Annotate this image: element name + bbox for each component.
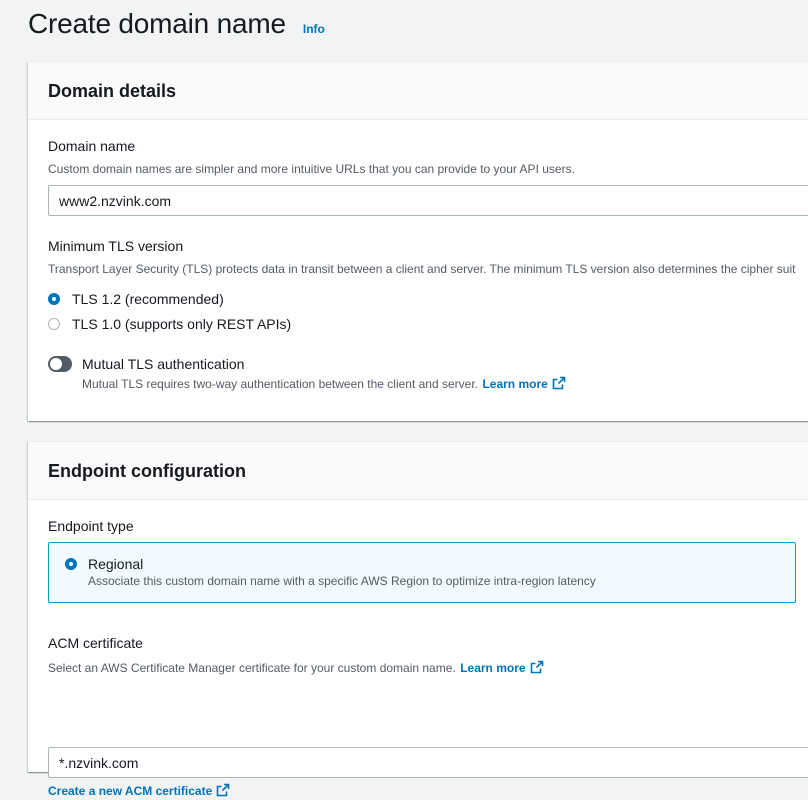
tls-version-label: Minimum TLS version: [48, 238, 184, 254]
tls-option-1-0[interactable]: TLS 1.0 (supports only REST APIs): [48, 313, 291, 335]
page-header: Create domain name Info: [28, 8, 325, 44]
create-acm-label: Create a new ACM certificate: [48, 784, 213, 798]
mutual-tls-description: Mutual TLS requires two-way authenticati…: [82, 377, 478, 391]
domain-name-label: Domain name: [48, 138, 136, 154]
domain-details-header: Domain details: [28, 62, 808, 120]
endpoint-type-label: Endpoint type: [48, 518, 134, 534]
acm-desc-row: Select an AWS Certificate Manager certif…: [48, 659, 544, 677]
regional-radio[interactable]: [65, 558, 77, 570]
acm-learn-more-link[interactable]: Learn more: [460, 660, 544, 677]
regional-endpoint-tile[interactable]: Regional Associate this custom domain na…: [48, 542, 796, 603]
tls-1-0-radio[interactable]: [48, 318, 60, 330]
toggle-knob: [50, 358, 62, 370]
tls-1-2-label: TLS 1.2 (recommended): [72, 291, 224, 307]
create-acm-certificate-link[interactable]: Create a new ACM certificate: [48, 783, 230, 800]
mutual-tls-desc-row: Mutual TLS requires two-way authenticati…: [82, 375, 566, 393]
domain-name-description: Custom domain names are simpler and more…: [48, 162, 575, 176]
external-link-icon: [216, 783, 230, 800]
mutual-tls-toggle[interactable]: [48, 356, 72, 372]
acm-learn-more-label: Learn more: [460, 661, 526, 675]
tls-1-2-radio[interactable]: [48, 293, 60, 305]
tls-option-1-2[interactable]: TLS 1.2 (recommended): [48, 288, 224, 310]
acm-certificate-description: Select an AWS Certificate Manager certif…: [48, 661, 456, 675]
acm-certificate-input[interactable]: [48, 747, 808, 778]
external-link-icon: [530, 660, 544, 677]
learn-more-label: Learn more: [482, 377, 548, 391]
endpoint-configuration-panel: Endpoint configuration Endpoint type Reg…: [28, 441, 808, 798]
mutual-tls-learn-more-link[interactable]: Learn more: [482, 376, 566, 393]
tls-1-0-label: TLS 1.0 (supports only REST APIs): [72, 316, 292, 332]
domain-details-panel: Domain details Domain name Custom domain…: [28, 61, 808, 421]
tls-version-description: Transport Layer Security (TLS) protects …: [48, 262, 796, 276]
mutual-tls-label: Mutual TLS authentication: [82, 356, 245, 372]
external-link-icon: [552, 376, 566, 393]
endpoint-configuration-title: Endpoint configuration: [48, 461, 246, 481]
domain-details-title: Domain details: [48, 81, 177, 101]
page-title: Create domain name: [28, 8, 286, 39]
regional-label: Regional: [88, 556, 144, 572]
info-link[interactable]: Info: [303, 22, 325, 36]
acm-certificate-label: ACM certificate: [48, 635, 143, 651]
regional-description: Associate this custom domain name with a…: [88, 574, 596, 588]
domain-name-input[interactable]: [48, 185, 808, 216]
endpoint-configuration-header: Endpoint configuration: [28, 442, 808, 500]
